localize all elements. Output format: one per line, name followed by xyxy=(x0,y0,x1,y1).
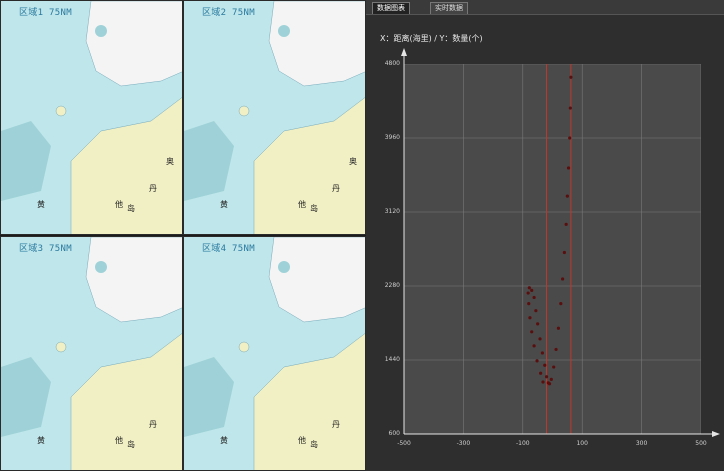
data-point xyxy=(562,250,566,255)
y-tick-label: 2280 xyxy=(384,282,400,289)
chart-map-1 xyxy=(1,1,182,234)
y-tick-label: 1440 xyxy=(384,356,400,363)
app-root: 区域1 75NM 奥 丹 他 岛 黄 区域2 75NM 奥 丹 他 岛 黄 区域… xyxy=(0,0,724,471)
place-label: 岛 xyxy=(310,440,318,449)
data-point xyxy=(528,316,532,320)
chart-map-4 xyxy=(184,237,365,470)
plot-area xyxy=(403,63,702,435)
x-tick-label: 300 xyxy=(635,440,648,447)
y-tick-label: 3960 xyxy=(384,134,400,141)
data-point xyxy=(536,322,540,326)
place-label: 黄 xyxy=(220,200,228,209)
axis-title: X：距离(海里) / Y：数量(个) xyxy=(380,34,483,43)
data-point xyxy=(556,326,561,330)
chart-map-3 xyxy=(1,237,182,470)
data-point xyxy=(532,344,536,348)
place-label: 丹 xyxy=(149,184,157,193)
place-label: 他 xyxy=(298,436,306,445)
data-point xyxy=(541,380,545,384)
data-point xyxy=(559,302,563,306)
y-tick-label: 4800 xyxy=(384,60,400,67)
data-point xyxy=(552,365,556,369)
data-point xyxy=(535,359,539,363)
x-tick-label: -300 xyxy=(456,440,471,447)
map-tile-label: 区域1 75NM xyxy=(19,8,72,18)
map-tile-2[interactable]: 区域2 75NM 奥 丹 他 岛 黄 xyxy=(183,0,366,235)
data-point xyxy=(527,286,531,290)
data-point xyxy=(530,330,534,334)
place-label: 他 xyxy=(115,436,123,445)
x-tick-label: -100 xyxy=(515,440,530,447)
tab-chart[interactable]: 数据图表 xyxy=(372,2,410,14)
y-tick-label: 600 xyxy=(388,430,400,437)
data-point xyxy=(526,291,530,295)
place-label: 黄 xyxy=(37,200,45,209)
scatter-chart xyxy=(403,63,702,435)
map-tile-3[interactable]: 区域3 75NM 丹 他 岛 黄 xyxy=(0,236,183,471)
map-tile-label: 区域2 75NM xyxy=(202,8,255,18)
x-tick-label: -500 xyxy=(397,440,411,447)
x-tick-label: 500 xyxy=(695,440,707,447)
data-point xyxy=(554,347,558,352)
tab-bar: 数据图表 实时数据 xyxy=(366,0,724,15)
data-point xyxy=(543,363,547,367)
data-point xyxy=(532,295,536,300)
place-label: 丹 xyxy=(149,420,157,429)
data-point xyxy=(566,166,571,170)
tab-realtime[interactable]: 实时数据 xyxy=(430,2,468,14)
data-point xyxy=(565,194,569,198)
data-point xyxy=(540,351,545,355)
map-tile-label: 区域3 75NM xyxy=(19,244,72,254)
place-label: 岛 xyxy=(127,440,135,449)
data-point xyxy=(564,222,568,226)
place-label: 丹 xyxy=(332,184,340,193)
place-label: 丹 xyxy=(332,420,340,429)
place-label: 他 xyxy=(298,200,306,209)
map-tile-label: 区域4 75NM xyxy=(202,244,255,254)
map-tile-4[interactable]: 区域4 75NM 丹 他 岛 黄 xyxy=(183,236,366,471)
data-point xyxy=(560,277,565,281)
data-point xyxy=(538,337,542,341)
chart-panel: 数据图表 实时数据 X：距离(海里) / Y：数量(个) 600 1440 2280… xyxy=(366,0,724,471)
x-tick-label: 100 xyxy=(576,440,588,447)
data-point xyxy=(568,136,572,140)
place-label: 黄 xyxy=(220,436,228,445)
data-point xyxy=(534,309,538,313)
data-point xyxy=(549,377,553,381)
map-tile-1[interactable]: 区域1 75NM 奥 丹 他 岛 黄 xyxy=(0,0,183,235)
place-label: 奥 xyxy=(349,157,357,166)
place-label: 他 xyxy=(115,200,123,209)
map-pane: 区域1 75NM 奥 丹 他 岛 黄 区域2 75NM 奥 丹 他 岛 黄 区域… xyxy=(0,0,366,471)
data-point xyxy=(568,106,572,110)
place-label: 奥 xyxy=(166,157,174,166)
data-point xyxy=(569,75,573,79)
chart-map-2 xyxy=(184,1,365,234)
data-point xyxy=(527,302,531,306)
place-label: 岛 xyxy=(310,204,318,213)
place-label: 黄 xyxy=(37,436,45,445)
y-tick-label: 3120 xyxy=(384,208,400,215)
data-point xyxy=(530,288,534,293)
data-point xyxy=(547,382,552,386)
place-label: 岛 xyxy=(127,204,135,213)
data-point xyxy=(539,371,543,375)
data-point xyxy=(544,375,549,379)
